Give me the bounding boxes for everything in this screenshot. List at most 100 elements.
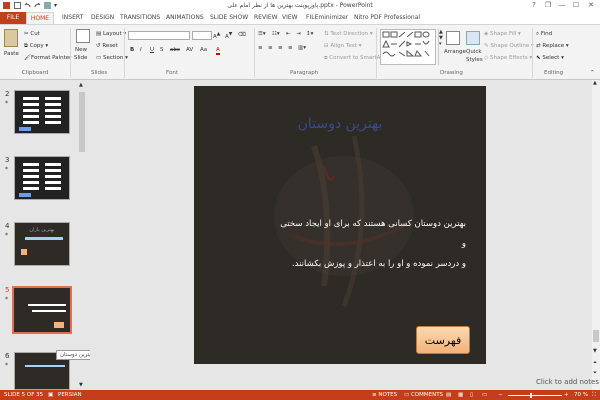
text-direction-button[interactable]: ⇅ Text Direction ▾ <box>324 31 373 37</box>
align-left-icon[interactable]: ≡ <box>258 45 263 51</box>
fit-slide-icon[interactable]: ⛶ <box>592 392 596 399</box>
character-spacing-icon[interactable]: AV <box>186 47 193 53</box>
thumbnail-scrollbar[interactable]: ▲ ▼ <box>78 82 86 388</box>
scroll-down-icon[interactable]: ▼ <box>593 348 597 354</box>
tab-review[interactable]: REVIEW <box>254 14 278 21</box>
decrease-indent-icon[interactable]: ⇤ <box>286 31 291 37</box>
cut-button[interactable]: ✂ Cut <box>24 31 40 37</box>
find-button[interactable]: ⌕ Find <box>536 31 552 38</box>
reset-button[interactable]: ↺ Reset <box>96 43 118 49</box>
clear-formatting-icon[interactable]: ⌫ <box>238 32 246 38</box>
notes-button[interactable]: ≡ NOTES <box>372 392 397 398</box>
tab-animations[interactable]: ANIMATIONS <box>166 14 204 21</box>
shapes-gallery[interactable] <box>380 29 436 65</box>
scroll-up-icon[interactable]: ▲ <box>593 80 597 86</box>
tab-fileminimizer[interactable]: FILEminimizer <box>306 14 348 21</box>
scrollbar-thumb[interactable] <box>79 92 85 152</box>
tab-slide-show[interactable]: SLIDE SHOW <box>210 14 248 21</box>
shapes-gallery-scroll[interactable]: ▲ ▼ ▾ <box>438 29 444 65</box>
align-center-icon[interactable]: ≡ <box>268 45 273 51</box>
maximize-button[interactable]: ☐ <box>570 1 582 9</box>
italic-button[interactable]: I <box>140 47 142 53</box>
grow-font-icon[interactable]: A▲ <box>213 32 220 40</box>
language-indicator[interactable]: PERSIAN <box>58 392 82 398</box>
format-painter-button[interactable]: 🖌Format Painter <box>24 55 71 61</box>
columns-icon[interactable]: ▥▾ <box>298 45 306 51</box>
comments-button[interactable]: ▭ COMMENTS <box>404 392 443 398</box>
zoom-slider-thumb[interactable] <box>530 393 532 398</box>
font-color-button[interactable]: A <box>216 47 220 55</box>
tab-view[interactable]: VIEW <box>282 14 298 21</box>
shrink-font-icon[interactable]: A▼ <box>225 32 232 40</box>
font-name-input[interactable] <box>128 31 190 40</box>
tab-nitro-pdf[interactable]: Nitro PDF Professional <box>354 14 420 21</box>
slide-title[interactable]: بهترین دوستان <box>194 116 486 132</box>
shape-fill-button[interactable]: ◈ Shape Fill ▾ <box>484 31 521 37</box>
slideshow-view-icon[interactable]: ▭ <box>482 392 487 398</box>
font-size-input[interactable] <box>192 31 212 40</box>
shape-effects-button[interactable]: ◇ Shape Effects ▾ <box>484 55 532 61</box>
normal-view-icon[interactable]: ▤ <box>446 392 451 398</box>
quick-styles-icon[interactable] <box>466 31 480 45</box>
align-text-button[interactable]: ⊟ Align Text ▾ <box>324 43 362 49</box>
change-case-button[interactable]: Aa <box>200 47 207 53</box>
tab-transitions[interactable]: TRANSITIONS <box>120 14 160 21</box>
slide-thumbnail-4[interactable]: بهترین یاران <box>14 222 70 266</box>
line-spacing-icon[interactable]: ↕▾ <box>306 31 313 37</box>
shadow-button[interactable]: S <box>160 47 164 53</box>
previous-slide-icon[interactable]: ⏶ <box>593 360 597 366</box>
bullets-icon[interactable]: ☰▾ <box>258 31 266 37</box>
paste-button[interactable]: Paste <box>4 51 19 57</box>
paste-icon[interactable] <box>4 29 18 47</box>
reading-view-icon[interactable]: ▯ <box>470 392 473 398</box>
new-slide-button[interactable]: New <box>75 47 87 53</box>
thumb-button <box>21 249 27 255</box>
next-slide-icon[interactable]: ⏷ <box>593 370 597 376</box>
layout-button[interactable]: ▤ Layout ▾ <box>96 31 126 37</box>
tab-design[interactable]: DESIGN <box>91 14 114 21</box>
strikethrough-icon[interactable]: abc <box>170 47 180 53</box>
notes-placeholder[interactable]: Click to add notes <box>536 378 599 386</box>
quick-styles-label: Styles <box>466 57 483 63</box>
zoom-in-icon[interactable]: + <box>564 392 569 398</box>
arrange-button[interactable]: Arrange <box>444 49 466 55</box>
slide-canvas[interactable]: بهترین دوستان بهترین دوستان کسانی هستند … <box>194 86 486 364</box>
zoom-slider[interactable] <box>508 395 562 396</box>
scroll-up-icon[interactable]: ▲ <box>79 82 83 88</box>
slide-sorter-icon[interactable]: ▦ <box>458 392 463 398</box>
tab-home[interactable]: HOME <box>26 12 54 24</box>
new-slide-icon[interactable] <box>76 29 90 43</box>
help-button[interactable]: ? <box>528 1 540 9</box>
scroll-down-icon[interactable]: ▼ <box>79 382 83 388</box>
collapse-ribbon-icon[interactable]: ⌃ <box>590 70 595 76</box>
copy-button[interactable]: ⧉ Copy ▾ <box>24 43 48 50</box>
bold-button[interactable]: B <box>130 47 134 53</box>
replace-button[interactable]: ⇄ Replace ▾ <box>536 43 569 49</box>
tab-insert[interactable]: INSERT <box>62 14 83 21</box>
slide-thumbnail-2[interactable] <box>14 90 70 134</box>
menu-button[interactable]: فهرست <box>416 326 470 354</box>
spellcheck-icon[interactable]: ▣ <box>48 392 53 398</box>
minimize-button[interactable]: — <box>556 1 568 9</box>
underline-button[interactable]: U <box>150 47 154 53</box>
ribbon-display-button[interactable]: ❐ <box>542 1 554 9</box>
zoom-level[interactable]: 70 % <box>574 392 588 398</box>
align-right-icon[interactable]: ≡ <box>278 45 283 51</box>
select-button[interactable]: ⬉ Select ▾ <box>536 55 564 61</box>
increase-indent-icon[interactable]: ⇥ <box>296 31 301 37</box>
slide-thumbnail-3[interactable] <box>14 156 70 200</box>
shape-outline-button[interactable]: ✎ Shape Outline ▾ <box>484 43 534 49</box>
slide-thumbnail-5[interactable] <box>12 286 72 334</box>
zoom-out-icon[interactable]: − <box>498 392 503 398</box>
numbering-icon[interactable]: ☷▾ <box>272 31 280 37</box>
arrange-icon[interactable] <box>446 31 460 45</box>
animation-marker: * <box>5 232 8 239</box>
justify-icon[interactable]: ≡ <box>288 45 293 51</box>
close-button[interactable]: ✕ <box>585 1 597 9</box>
editor-scrollbar[interactable]: ▲ ▼ ⏶ ⏷ <box>592 80 600 390</box>
slide-body-text[interactable]: بهترین دوستان کسانی هستند که برای او ایج… <box>234 214 466 274</box>
tab-file[interactable]: FILE <box>0 12 26 24</box>
quick-styles-button[interactable]: Quick <box>466 49 482 55</box>
scrollbar-thumb[interactable] <box>593 330 599 342</box>
paragraph-group-label: Paragraph <box>290 70 319 76</box>
